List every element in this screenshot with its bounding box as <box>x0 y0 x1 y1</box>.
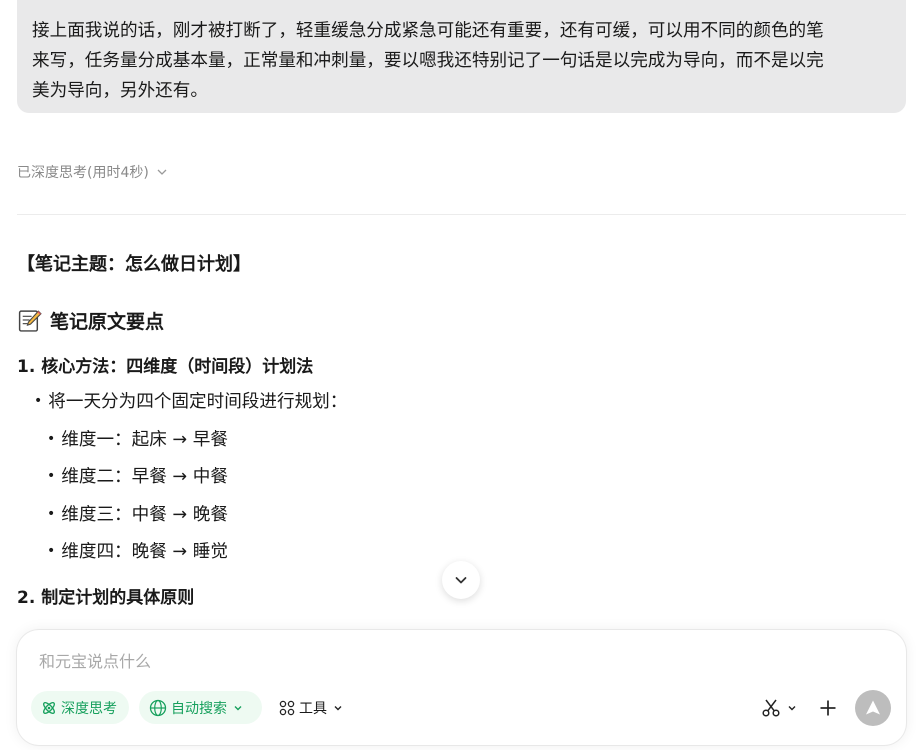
send-button[interactable] <box>855 690 891 726</box>
divider <box>17 214 906 215</box>
send-icon <box>866 700 880 715</box>
chevron-down-icon <box>455 577 467 584</box>
list-item-text: 维度一：起床 → 早餐 <box>61 430 228 450</box>
list-item: • 维度三：中餐 → 晚餐 <box>47 501 228 526</box>
tools-label: 工具 <box>299 701 327 717</box>
note-title: 【笔记主题：怎么做日计划】 <box>17 254 251 275</box>
point-1-heading: 1. 核心方法：四维度（时间段）计划法 <box>17 357 314 377</box>
list-item-text: 维度二：早餐 → 中餐 <box>61 467 228 487</box>
grid-icon <box>279 700 295 716</box>
section-heading-text: 笔记原文要点 <box>50 311 165 333</box>
deep-think-toggle[interactable]: 深度思考 <box>31 691 129 724</box>
new-chat-button[interactable] <box>817 697 839 719</box>
chevron-down-icon <box>234 705 242 710</box>
plus-icon <box>820 700 836 716</box>
user-message-line: 美为导向，另外还有。 <box>32 81 208 101</box>
atom-icon <box>43 701 55 714</box>
list-item: • 将一天分为四个固定时间段进行规划： <box>34 388 347 413</box>
screenshot-tool-dropdown[interactable] <box>757 697 801 719</box>
auto-search-dropdown[interactable]: 自动搜索 <box>139 691 262 724</box>
reasoning-label: 已深度思考(用时4秒) <box>17 165 149 181</box>
list-item-text: 维度三：中餐 → 晚餐 <box>61 505 228 525</box>
chevron-down-icon <box>334 706 342 711</box>
globe-icon <box>149 699 167 716</box>
deep-think-label: 深度思考 <box>61 700 117 717</box>
point-2-heading: 2. 制定计划的具体原则 <box>17 588 195 608</box>
reasoning-toggle[interactable]: 已深度思考(用时4秒) <box>17 160 168 184</box>
list-item: • 维度一：起床 → 早餐 <box>47 426 228 451</box>
tools-dropdown[interactable]: 工具 <box>279 696 343 720</box>
list-item: • 维度二：早餐 → 中餐 <box>47 463 228 488</box>
user-message-line: 接上面我说的话，刚才被打断了，轻重缓急分成紧急可能还有重要，还有可缓，可以用不同… <box>32 21 824 41</box>
message-composer: 深度思考 自动搜索 工具 <box>17 630 906 745</box>
section-heading: 笔记原文要点 <box>17 307 164 334</box>
list-item: • 维度四：晚餐 → 睡觉 <box>47 538 228 563</box>
list-item-text: 维度四：晚餐 → 睡觉 <box>61 542 228 562</box>
scroll-to-bottom-button[interactable] <box>442 561 480 599</box>
memo-icon <box>18 310 42 332</box>
scissors-icon <box>762 699 780 717</box>
chevron-down-icon <box>788 706 796 711</box>
message-input[interactable] <box>37 646 861 676</box>
chevron-down-icon <box>157 169 167 175</box>
user-message-line: 来写，任务量分成基本量，正常量和冲刺量，要以嗯我还特别记了一句话是以完成为导向，… <box>32 51 824 71</box>
user-message-bubble: 接上面我说的话，刚才被打断了，轻重缓急分成紧急可能还有重要，还有可缓，可以用不同… <box>17 0 906 113</box>
list-item-text: 将一天分为四个固定时间段进行规划： <box>48 392 348 412</box>
auto-search-label: 自动搜索 <box>171 700 227 717</box>
